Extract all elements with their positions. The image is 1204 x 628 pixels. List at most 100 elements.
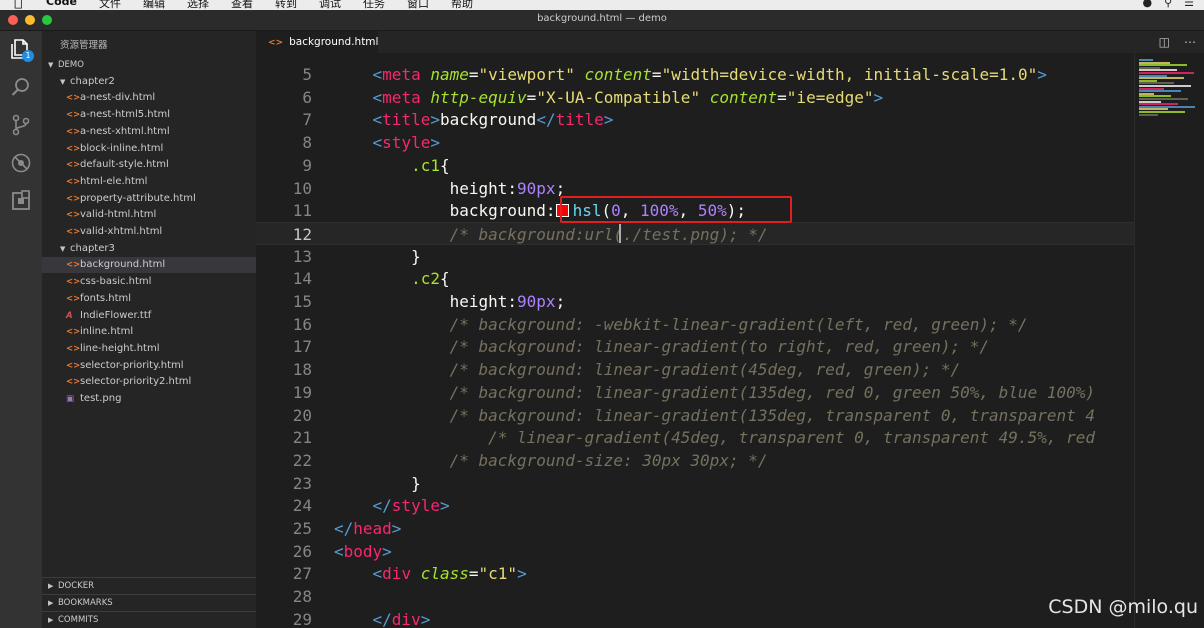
file-item[interactable]: ▣ test.png [42, 391, 256, 407]
explorer-icon[interactable]: 1 [9, 37, 34, 62]
file-item[interactable]: <>valid-html.html [42, 207, 256, 223]
code-token: http-equiv [430, 87, 527, 107]
section-commits[interactable]: ▶ COMMITS [42, 610, 256, 628]
code-line[interactable]: 17 /* background: linear-gradient(to rig… [256, 335, 1134, 358]
file-item[interactable]: <>inline.html [42, 324, 256, 340]
more-actions-icon[interactable]: ⋯ [1184, 35, 1196, 49]
explorer-sidebar: 资源管理器 ▼ DEMO ▼ chapter2 <>a-nest-div.html <>a… [42, 31, 256, 628]
tab-background-html[interactable]: <> background.html [256, 31, 378, 53]
code-line[interactable]: 5 <meta name="viewport" content="width=d… [256, 63, 1134, 86]
code-token: </ [536, 110, 556, 130]
code-token: "c1" [478, 564, 518, 584]
code-line[interactable]: 20 /* background: linear-gradient(135deg… [256, 404, 1134, 427]
apple-icon[interactable]:  [14, 0, 22, 10]
code-token: 90px [517, 292, 556, 311]
line-number: 26 [292, 541, 312, 561]
html-file-icon: <> [66, 160, 81, 171]
file-item[interactable]: <>default-style.html [42, 157, 256, 173]
code-line[interactable]: 16 /* background: -webkit-linear-gradien… [256, 313, 1134, 336]
file-item[interactable]: <>valid-xhtml.html [42, 224, 256, 240]
code-line[interactable]: 15 height:90px; [256, 290, 1134, 313]
code-token: /* background: linear-gradient(135deg, r… [449, 382, 1095, 402]
code-editor[interactable]: 5 <meta name="viewport" content="width=d… [256, 53, 1134, 628]
folder-chapter3[interactable]: ▼ chapter3 [42, 241, 256, 257]
code-line[interactable]: 9 .c1{ [256, 154, 1134, 177]
menu-item[interactable]: 编辑 [143, 0, 165, 10]
workspace-header[interactable]: ▼ DEMO [42, 57, 256, 73]
menu-item[interactable]: Code [46, 0, 77, 10]
extensions-icon[interactable] [9, 189, 33, 213]
file-item[interactable]: <>background.html [42, 257, 256, 274]
source-control-icon[interactable] [9, 113, 33, 137]
menu-item[interactable]: 转到 [275, 0, 297, 10]
section-label: BOOKMARKS [58, 597, 113, 608]
code-line[interactable]: 18 /* background: linear-gradient(45deg,… [256, 358, 1134, 381]
file-item[interactable]: <>html-ele.html [42, 174, 256, 190]
folder-label: chapter2 [70, 75, 115, 87]
file-item[interactable]: <>a-nest-xhtml.html [42, 124, 256, 140]
chevron-right-icon: ▶ [48, 582, 54, 590]
file-label: default-style.html [80, 159, 169, 171]
menu-item[interactable]: 调试 [319, 0, 341, 10]
menu-item[interactable]: 窗口 [407, 0, 429, 10]
line-text: <meta name="viewport" content="width=dev… [334, 63, 1047, 86]
search-icon[interactable]: ⚲ [1164, 0, 1172, 9]
section-label: COMMITS [58, 614, 99, 625]
window-title: background.html — demo [537, 13, 667, 24]
folder-chapter2[interactable]: ▼ chapter2 [42, 74, 256, 90]
code-line[interactable]: 27 <div class="c1"> [256, 562, 1134, 585]
menu-item[interactable]: 查看 [231, 0, 253, 10]
wifi-icon[interactable]: ☰ [1184, 0, 1194, 9]
search-icon[interactable] [9, 75, 33, 99]
code-line[interactable]: 29 </div> [256, 608, 1134, 628]
section-bookmarks[interactable]: ▶ BOOKMARKS [42, 593, 256, 611]
code-token: </ [334, 519, 354, 538]
code-line[interactable]: 24 </style> [256, 494, 1134, 517]
file-item[interactable]: <>selector-priority.html [42, 358, 256, 374]
line-text: <body> [334, 540, 392, 563]
code-line[interactable]: 26 <body> [256, 540, 1134, 563]
file-item[interactable]: <>a-nest-div.html [42, 90, 256, 106]
menu-item[interactable]: 选择 [187, 0, 209, 10]
debug-icon[interactable] [9, 151, 33, 175]
menu-item[interactable]: 帮助 [451, 0, 473, 10]
code-line[interactable]: 7 <title>background</title> [256, 108, 1134, 131]
code-line[interactable]: 13 } [256, 245, 1134, 268]
code-line[interactable]: 21 /* linear-gradient(45deg, transparent… [256, 426, 1134, 449]
menu-item[interactable]: 文件 [99, 0, 121, 10]
file-item[interactable]: <>block-inline.html [42, 141, 256, 157]
file-label: html-ele.html [80, 175, 148, 187]
section-docker[interactable]: ▶ DOCKER [42, 577, 256, 594]
file-item[interactable]: <>a-nest-html5.html [42, 107, 256, 123]
minimap[interactable] [1134, 53, 1204, 628]
code-token: < [372, 65, 383, 84]
file-item[interactable]: <>property-attribute.html [42, 191, 256, 207]
split-editor-icon[interactable]: ◫ [1159, 35, 1170, 49]
line-number: 29 [292, 609, 312, 628]
line-text: </div> [334, 608, 431, 628]
line-text: <style> [334, 131, 440, 154]
code-line[interactable]: 8 <style> [256, 131, 1134, 154]
code-line[interactable]: 14 .c2{ [256, 267, 1134, 290]
file-item[interactable]: A IndieFlower.ttf [42, 308, 256, 324]
code-line[interactable]: 6 <meta http-equiv="X-UA-Compatible" con… [256, 86, 1134, 109]
code-line[interactable]: 12 /* background:url(./test.png); */ [256, 221, 1134, 246]
file-item[interactable]: <>selector-priority2.html [42, 374, 256, 390]
menu-item[interactable]: 任务 [363, 0, 385, 10]
line-text: /* background:url(./test.png); */ [334, 223, 768, 246]
code-token: "ie=edge" [786, 87, 874, 107]
code-line[interactable]: 19 /* background: linear-gradient(135deg… [256, 381, 1134, 404]
code-line[interactable]: 25 </head> [256, 517, 1134, 540]
record-icon[interactable]: ● [1142, 0, 1152, 9]
code-token: } [411, 246, 421, 266]
file-item[interactable]: <>line-height.html [42, 341, 256, 357]
code-line[interactable]: 23 } [256, 472, 1134, 495]
file-label: a-nest-div.html [80, 92, 156, 104]
code-line[interactable]: 28 [256, 585, 1134, 608]
file-item[interactable]: <>fonts.html [42, 291, 256, 307]
file-item[interactable]: <>css-basic.html [42, 274, 256, 290]
code-line[interactable]: 22 /* background-size: 30px 30px; */ [256, 449, 1134, 472]
code-token: div [391, 609, 421, 628]
